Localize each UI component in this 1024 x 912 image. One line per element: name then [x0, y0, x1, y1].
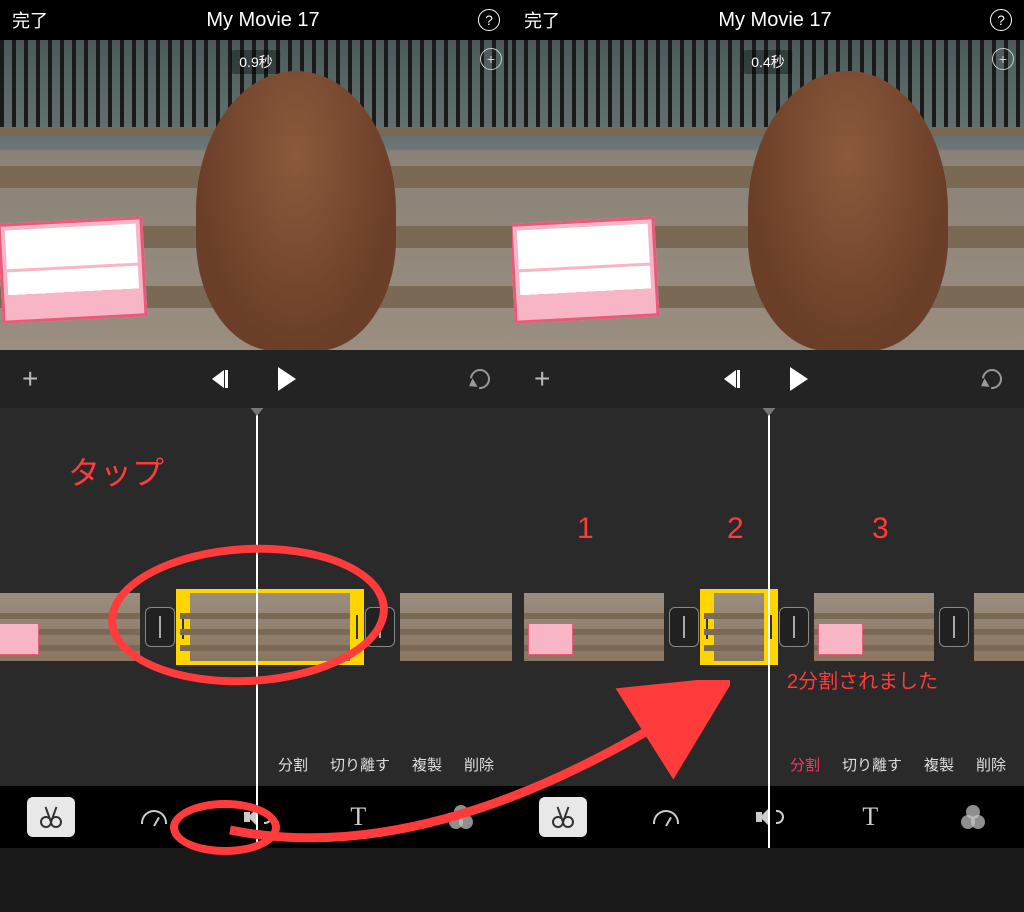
text-tool[interactable]: T	[846, 797, 894, 837]
playback-controls: +	[512, 350, 1024, 408]
transition-marker[interactable]	[145, 607, 175, 647]
detach-action[interactable]: 切り離す	[330, 754, 390, 775]
scissors-tool[interactable]	[27, 797, 75, 837]
clip-duration: 0.4秒	[743, 50, 792, 74]
filters-tool[interactable]	[949, 797, 997, 837]
project-title: My Movie 17	[718, 9, 831, 32]
clip-duration: 0.9秒	[231, 50, 280, 74]
transition-marker[interactable]	[779, 607, 809, 647]
project-title: My Movie 17	[206, 9, 319, 32]
undo-button[interactable]	[466, 365, 494, 393]
clip-1[interactable]	[524, 593, 664, 661]
play-button[interactable]	[278, 367, 296, 391]
add-media-button[interactable]: +	[534, 363, 550, 395]
split-action[interactable]: 分割	[790, 754, 820, 775]
delete-action[interactable]: 削除	[976, 754, 1006, 775]
transition-marker[interactable]	[365, 607, 395, 647]
transition-marker[interactable]	[669, 607, 699, 647]
clip-2-selected[interactable]	[704, 593, 774, 661]
clip-1[interactable]	[0, 593, 140, 661]
clip-2-selected[interactable]	[180, 593, 360, 661]
help-icon[interactable]: ?	[990, 9, 1012, 31]
video-preview: 0.9秒 +	[0, 40, 512, 350]
playhead	[768, 408, 770, 848]
help-icon[interactable]: ?	[478, 9, 500, 31]
left-screenshot: 完了 My Movie 17 ? 0.9秒 + +	[0, 0, 512, 912]
timeline[interactable]: 分割 切り離す 複製 削除 T	[512, 408, 1024, 848]
zoom-icon[interactable]: +	[480, 48, 502, 70]
done-button[interactable]: 完了	[12, 7, 48, 33]
speed-tool[interactable]	[130, 797, 178, 837]
clip-3[interactable]	[814, 593, 934, 661]
scissors-tool[interactable]	[539, 797, 587, 837]
detach-action[interactable]: 切り離す	[842, 754, 902, 775]
done-button[interactable]: 完了	[524, 7, 560, 33]
video-preview: 0.4秒 +	[512, 40, 1024, 350]
skip-back-button[interactable]	[212, 370, 228, 388]
trim-handle-right[interactable]	[350, 593, 360, 661]
top-bar: 完了 My Movie 17 ?	[512, 0, 1024, 40]
split-action[interactable]: 分割	[278, 754, 308, 775]
filters-tool[interactable]	[437, 797, 485, 837]
clip-4[interactable]	[974, 593, 1024, 661]
transition-marker[interactable]	[939, 607, 969, 647]
duplicate-action[interactable]: 複製	[924, 754, 954, 775]
add-media-button[interactable]: +	[22, 363, 38, 395]
timeline[interactable]: 分割 切り離す 複製 削除 T	[0, 408, 512, 848]
clip-3[interactable]	[400, 593, 512, 661]
right-screenshot: 完了 My Movie 17 ? 0.4秒 + +	[512, 0, 1024, 912]
play-button[interactable]	[790, 367, 808, 391]
delete-action[interactable]: 削除	[464, 754, 494, 775]
playback-controls: +	[0, 350, 512, 408]
text-tool[interactable]: T	[334, 797, 382, 837]
zoom-icon[interactable]: +	[992, 48, 1014, 70]
speed-tool[interactable]	[642, 797, 690, 837]
skip-back-button[interactable]	[724, 370, 740, 388]
duplicate-action[interactable]: 複製	[412, 754, 442, 775]
top-bar: 完了 My Movie 17 ?	[0, 0, 512, 40]
undo-button[interactable]	[978, 365, 1006, 393]
playhead	[256, 408, 258, 848]
